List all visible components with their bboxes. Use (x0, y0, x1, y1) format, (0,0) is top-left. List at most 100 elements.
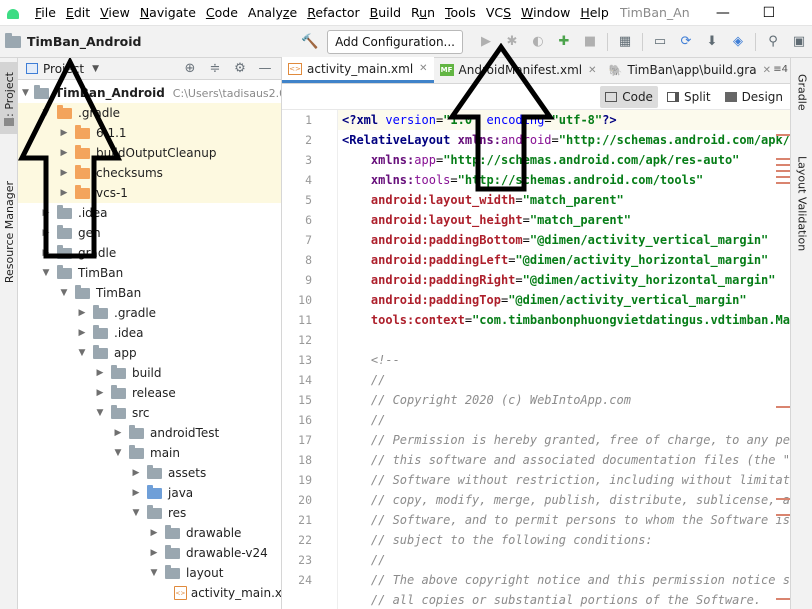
chevron-down-icon[interactable]: ▼ (94, 408, 106, 418)
line-number: 10 (298, 293, 312, 307)
tree-item[interactable]: ▶ drawable (18, 523, 281, 543)
project-tool-tab-label: 1: Project (2, 72, 16, 124)
close-icon[interactable]: ✕ (763, 65, 771, 76)
code-line: android:paddingLeft="@dimen/activity_hor… (370, 253, 769, 267)
menu-refactor[interactable]: Refactor (302, 0, 364, 26)
chevron-down-icon[interactable]: ▼ (130, 508, 142, 518)
search-icon[interactable]: ⚲ (762, 31, 784, 53)
chevron-right-icon[interactable]: ▶ (130, 468, 142, 478)
folder-icon (57, 264, 72, 279)
tree-item[interactable]: ▶ drawable-v24 (18, 543, 281, 563)
menu-navigate[interactable]: Navigate (135, 0, 201, 26)
tree-item[interactable]: <> activity_main.x (18, 583, 281, 603)
chevron-down-icon[interactable]: ▼ (76, 348, 88, 358)
tree-item[interactable]: ▼ src (18, 403, 281, 423)
editor-tab[interactable]: 🐘 TimBan\app\build.gra ✕ (602, 57, 776, 83)
hide-panel-icon[interactable]: — (256, 60, 274, 78)
chevron-right-icon[interactable]: ▶ (130, 488, 142, 498)
tree-item[interactable]: ▶ build (18, 363, 281, 383)
design-view-button[interactable]: Design (720, 86, 788, 108)
hammer-icon[interactable]: 🔨 (301, 34, 318, 50)
menu-file[interactable]: File (30, 0, 61, 26)
menu-build[interactable]: Build (365, 0, 406, 26)
close-icon[interactable]: ✕ (588, 65, 596, 76)
chevron-right-icon[interactable]: ▶ (148, 528, 160, 538)
tree-item[interactable]: ▼ main (18, 443, 281, 463)
minimize-button[interactable]: — (700, 0, 746, 26)
gradle-tool-tab[interactable]: Gradle (791, 64, 812, 120)
tree-item[interactable]: ▶ androidTest (18, 423, 281, 443)
apply-changes-icon[interactable]: ✚ (553, 31, 575, 53)
error-stripe-mark[interactable] (776, 164, 790, 166)
resource-manager-tab[interactable]: Resource Manager (0, 152, 18, 312)
chevron-right-icon[interactable]: ▶ (112, 428, 124, 438)
tab-overflow-button[interactable]: ≡4 (773, 64, 788, 75)
menu-help[interactable]: Help (575, 0, 614, 26)
error-stripe-mark[interactable] (776, 498, 790, 500)
error-stripe-mark[interactable] (776, 182, 790, 184)
chevron-down-icon[interactable]: ▼ (112, 448, 124, 458)
layout-validation-tab[interactable]: Layout Validation (791, 144, 812, 264)
menu-run[interactable]: Run (406, 0, 440, 26)
tree-item[interactable]: ▶ java (18, 483, 281, 503)
error-stripe[interactable] (776, 110, 790, 609)
chevron-right-icon[interactable]: ▶ (94, 388, 106, 398)
close-icon[interactable]: ✕ (419, 63, 427, 74)
menu-edit[interactable]: Edit (61, 0, 95, 26)
line-number: 3 (305, 153, 312, 167)
settings-icon[interactable]: ▣ (788, 31, 810, 53)
sdk-manager-icon[interactable]: ⬇ (701, 31, 723, 53)
tree-item[interactable]: ▼ layout (18, 563, 281, 583)
device-manager-icon[interactable]: ◈ (727, 31, 749, 53)
tree-item[interactable]: ▶ .gradle (18, 303, 281, 323)
chevron-right-icon[interactable]: ▶ (76, 328, 88, 338)
collapse-all-icon[interactable]: ≑ (206, 60, 224, 78)
line-number: 7 (305, 233, 312, 247)
menu-code[interactable]: Code (201, 0, 243, 26)
error-stripe-mark[interactable] (776, 176, 790, 178)
chevron-down-icon[interactable]: ▼ (58, 288, 70, 298)
menu-vcs[interactable]: VCS (481, 0, 516, 26)
error-stripe-mark[interactable] (776, 170, 790, 172)
chevron-right-icon[interactable]: ▶ (94, 368, 106, 378)
code-line: // The above copyright notice and this p… (342, 573, 790, 587)
add-configuration-button[interactable]: Add Configuration... (327, 29, 463, 54)
chevron-down-icon[interactable]: ▼ (40, 268, 52, 278)
project-structure-icon[interactable]: ▦ (614, 31, 636, 53)
code-line: android:paddingRight="@dimen/activity_ho… (370, 273, 776, 287)
avd-manager-icon[interactable]: ▭ (649, 31, 671, 53)
error-stripe-mark[interactable] (776, 406, 790, 408)
maximize-button[interactable]: ☐ (746, 0, 792, 26)
tree-item[interactable]: ▼ app (18, 343, 281, 363)
error-stripe-mark[interactable] (776, 514, 790, 516)
editor-tab[interactable]: <> activity_main.xml ✕ (282, 57, 434, 83)
stop-icon[interactable]: ■ (579, 31, 601, 53)
code-view-button[interactable]: Code (600, 85, 658, 108)
code-content[interactable]: <?xml version="1.0" encoding="utf-8"?> <… (342, 110, 790, 609)
folder-icon (75, 284, 90, 299)
menu-window[interactable]: Window (516, 0, 575, 26)
chevron-right-icon[interactable]: ▶ (76, 308, 88, 318)
line-number: 23 (298, 553, 312, 567)
tree-item[interactable]: ▶ assets (18, 463, 281, 483)
error-stripe-mark[interactable] (776, 134, 790, 136)
tree-item[interactable]: ▶ .idea (18, 323, 281, 343)
chevron-right-icon[interactable]: ▶ (148, 548, 160, 558)
split-view-button[interactable]: Split (662, 86, 716, 108)
error-stripe-mark[interactable] (776, 158, 790, 160)
menu-analyze[interactable]: Analyze (243, 0, 302, 26)
locate-target-icon[interactable]: ⊕ (181, 60, 199, 78)
tree-item[interactable]: ▼ res (18, 503, 281, 523)
tree-item[interactable]: ▼ TimBan (18, 263, 281, 283)
error-stripe-mark[interactable] (776, 598, 790, 600)
tree-item[interactable]: ▶ release (18, 383, 281, 403)
design-view-label: Design (741, 89, 783, 104)
tree-item[interactable]: ▼ TimBan (18, 283, 281, 303)
chevron-down-icon[interactable]: ▼ (148, 568, 160, 578)
project-name-breadcrumb[interactable]: TimBan_Android (27, 34, 141, 49)
menu-view[interactable]: View (95, 0, 135, 26)
sync-gradle-icon[interactable]: ⟳ (675, 31, 697, 53)
gear-icon[interactable]: ⚙ (231, 60, 249, 78)
menu-tools[interactable]: Tools (440, 0, 481, 26)
code-line: // (342, 373, 386, 387)
